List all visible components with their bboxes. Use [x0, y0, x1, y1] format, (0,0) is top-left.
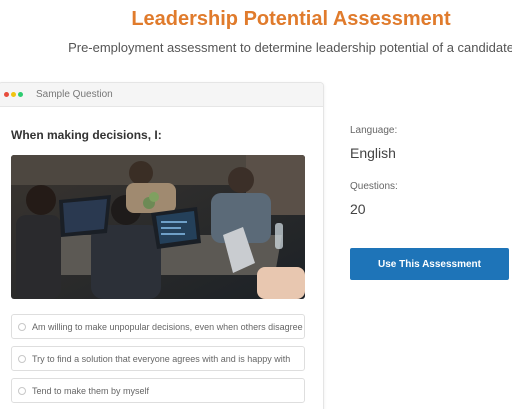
- radio-button[interactable]: [18, 386, 26, 395]
- card-title: Sample Question: [36, 89, 113, 100]
- assessment-page: Leadership Potential Assessment Pre-empl…: [0, 0, 512, 409]
- page-subtitle: Pre-employment assessment to determine l…: [68, 40, 512, 55]
- office-team-photo: [11, 155, 305, 299]
- red-dot-icon: [4, 92, 9, 97]
- answer-option[interactable]: Am willing to make unpopular decisions, …: [11, 314, 305, 339]
- radio-button[interactable]: [18, 354, 26, 363]
- answer-option[interactable]: Try to find a solution that everyone agr…: [11, 346, 305, 371]
- answer-option[interactable]: Tend to make them by myself: [11, 378, 305, 403]
- answer-option-label: Am willing to make unpopular decisions, …: [32, 321, 303, 332]
- answer-option-label: Try to find a solution that everyone agr…: [32, 353, 291, 364]
- yellow-dot-icon: [11, 92, 16, 97]
- green-dot-icon: [18, 92, 23, 97]
- question-text: When making decisions, I:: [11, 128, 162, 142]
- use-assessment-button[interactable]: Use This Assessment: [350, 248, 509, 280]
- language-value: English: [350, 145, 396, 161]
- language-label: Language:: [350, 125, 398, 136]
- questions-value: 20: [350, 201, 366, 217]
- page-title: Leadership Potential Assessment: [131, 8, 451, 30]
- card-header: Sample Question: [0, 83, 323, 107]
- radio-button[interactable]: [18, 322, 26, 331]
- questions-label: Questions:: [350, 181, 398, 192]
- answer-option-label: Tend to make them by myself: [32, 385, 150, 396]
- sample-question-card: Sample Question When making decisions, I…: [0, 82, 324, 409]
